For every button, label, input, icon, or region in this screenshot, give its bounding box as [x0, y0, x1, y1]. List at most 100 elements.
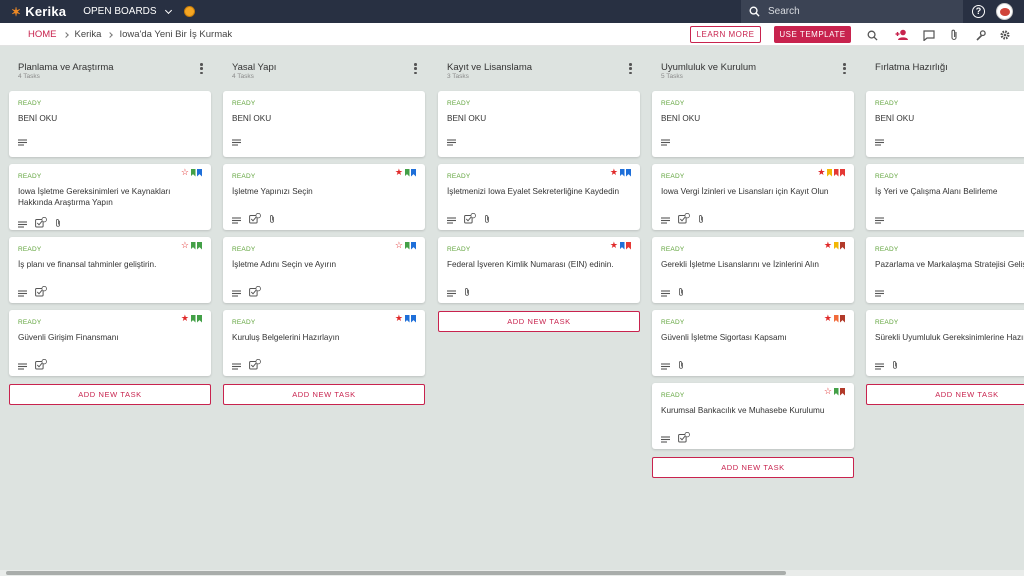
column-task-count: 4 Tasks	[18, 73, 40, 80]
task-card[interactable]: READY Kuruluş Belgelerini Hazırlayın ★	[223, 310, 425, 376]
description-icon	[18, 215, 27, 233]
gear-icon[interactable]	[998, 28, 1012, 42]
column-menu-icon[interactable]	[200, 63, 203, 74]
tag-bookmark-icon	[404, 314, 410, 323]
learn-more-button[interactable]: LEARN MORE	[690, 26, 761, 43]
task-card[interactable]: READY Iowa İşletme Gereksinimleri ve Kayn…	[9, 164, 211, 230]
description-icon	[661, 430, 670, 448]
column-menu-icon[interactable]	[629, 63, 632, 74]
add-new-task-button[interactable]: ADD NEW TASK	[9, 384, 211, 405]
task-icons	[447, 133, 456, 151]
chat-icon[interactable]	[922, 28, 936, 42]
task-card[interactable]: READY İş Yeri ve Çalışma Alanı Belirleme	[866, 164, 1024, 230]
board-search-icon[interactable]	[865, 28, 879, 42]
star-icon[interactable]: ★	[824, 314, 832, 323]
star-icon[interactable]: ★	[824, 241, 832, 250]
task-title: Kuruluş Belgelerini Hazırlayın	[232, 333, 340, 342]
breadcrumb-org[interactable]: Kerika	[75, 29, 102, 40]
column: Kayıt ve Lisanslama 3 Tasks READY BENİ OKU R…	[438, 46, 640, 570]
add-new-task-button[interactable]: ADD NEW TASK	[438, 311, 640, 332]
task-status: READY	[875, 319, 899, 326]
breadcrumb-home[interactable]: HOME	[28, 29, 57, 40]
task-card[interactable]: READY İşletme Adını Seçin ve Ayırın ☆	[223, 237, 425, 303]
task-title: Iowa İşletme Gereksinimleri ve Kaynaklar…	[18, 187, 171, 207]
checklist-icon	[35, 357, 47, 375]
star-outline-icon[interactable]: ☆	[824, 387, 832, 396]
description-icon	[232, 284, 241, 302]
tag-bookmark-icon	[619, 241, 625, 250]
column-menu-icon[interactable]	[414, 63, 417, 74]
task-icons	[661, 133, 670, 151]
task-title: İş Yeri ve Çalışma Alanı Belirleme	[875, 187, 998, 196]
horizontal-scrollbar[interactable]	[0, 570, 1024, 576]
column-title[interactable]: Kayıt ve Lisanslama	[447, 62, 532, 73]
tag-bookmark-icon	[411, 241, 416, 250]
task-card[interactable]: READY Güvenli İşletme Sigortası Kapsamı ★	[652, 310, 854, 376]
task-icons	[661, 284, 684, 302]
task-card[interactable]: READY BENİ OKU	[652, 91, 854, 157]
star-outline-icon[interactable]: ☆	[181, 241, 189, 250]
avatar[interactable]	[996, 3, 1013, 20]
wrench-icon[interactable]	[973, 28, 987, 42]
description-icon	[875, 357, 884, 375]
board-header: HOME Kerika Iowa'da Yeni Bir İş Kurmak L…	[0, 23, 1024, 46]
task-card[interactable]: READY Güvenli Girişim Finansmanı ★	[9, 310, 211, 376]
scrollbar-thumb[interactable]	[6, 571, 786, 575]
add-new-task-button[interactable]: ADD NEW TASK	[652, 457, 854, 478]
task-card[interactable]: READY BENİ OKU	[866, 91, 1024, 157]
task-card[interactable]: READY İşletme Yapınızı Seçin ★	[223, 164, 425, 230]
attachment-icon[interactable]	[947, 28, 961, 42]
task-status: READY	[875, 173, 899, 180]
open-boards-label: OPEN BOARDS	[83, 6, 157, 17]
search-box[interactable]: Search	[741, 0, 963, 23]
star-icon[interactable]: ★	[610, 168, 618, 177]
star-icon[interactable]: ★	[817, 168, 825, 177]
attachment-icon	[892, 357, 898, 375]
task-status: READY	[661, 100, 685, 107]
star-icon[interactable]: ★	[610, 241, 618, 250]
logo-text: Kerika	[25, 4, 67, 19]
task-title: Pazarlama ve Markalaşma Stratejisi Geliş…	[875, 260, 1024, 269]
tag-bookmark-icon	[833, 241, 839, 250]
task-icons	[18, 357, 47, 375]
task-card[interactable]: READY İşletmenizi Iowa Eyalet Sekreterliğ…	[438, 164, 640, 230]
breadcrumb: HOME Kerika Iowa'da Yeni Bir İş Kurmak	[28, 29, 232, 40]
open-boards-menu[interactable]: OPEN BOARDS	[83, 6, 172, 17]
task-card[interactable]: READY Kurumsal Bankacılık ve Muhasebe Kur…	[652, 383, 854, 449]
search-icon	[749, 6, 760, 17]
top-bar: ✶ Kerika OPEN BOARDS Search ?	[0, 0, 1024, 23]
star-icon[interactable]: ★	[395, 314, 403, 323]
column-menu-icon[interactable]	[843, 63, 846, 74]
add-new-task-button[interactable]: ADD NEW TASK	[866, 384, 1024, 405]
star-icon[interactable]: ★	[181, 314, 189, 323]
star-icon[interactable]: ★	[395, 168, 403, 177]
task-card[interactable]: READY BENİ OKU	[9, 91, 211, 157]
description-icon	[875, 133, 884, 151]
notification-orb-icon[interactable]	[183, 6, 195, 17]
task-card[interactable]: READY İş planı ve finansal tahminler geli…	[9, 237, 211, 303]
add-person-icon[interactable]	[895, 28, 909, 42]
add-new-task-button[interactable]: ADD NEW TASK	[223, 384, 425, 405]
kerika-logo[interactable]: ✶ Kerika	[11, 4, 66, 19]
task-status: READY	[232, 100, 256, 107]
column-title[interactable]: Planlama ve Araştırma	[18, 62, 114, 73]
star-outline-icon[interactable]: ☆	[395, 241, 403, 250]
column-title[interactable]: Uyumluluk ve Kurulum	[661, 62, 756, 73]
task-card[interactable]: READY Iowa Vergi İzinleri ve Lisansları i…	[652, 164, 854, 230]
column-title[interactable]: Fırlatma Hazırlığı	[875, 62, 948, 73]
description-icon	[661, 211, 670, 229]
star-outline-icon[interactable]: ☆	[181, 168, 189, 177]
task-card[interactable]: READY BENİ OKU	[438, 91, 640, 157]
task-card[interactable]: READY Pazarlama ve Markalaşma Stratejisi …	[866, 237, 1024, 303]
task-card[interactable]: READY BENİ OKU	[223, 91, 425, 157]
task-card[interactable]: READY Sürekli Uyumluluk Gereksinimlerine …	[866, 310, 1024, 376]
task-title: BENİ OKU	[447, 114, 487, 123]
task-title: Sürekli Uyumluluk Gereksinimlerine Hazır…	[875, 333, 1024, 342]
help-icon[interactable]: ?	[972, 5, 985, 18]
task-card[interactable]: READY Gerekli İşletme Lisanslarını ve İzi…	[652, 237, 854, 303]
use-template-button[interactable]: USE TEMPLATE	[774, 26, 851, 43]
column-title[interactable]: Yasal Yapı	[232, 62, 276, 73]
task-card[interactable]: READY Federal İşveren Kimlik Numarası (EI…	[438, 237, 640, 303]
attachment-icon	[55, 215, 61, 233]
checklist-icon	[249, 284, 261, 302]
